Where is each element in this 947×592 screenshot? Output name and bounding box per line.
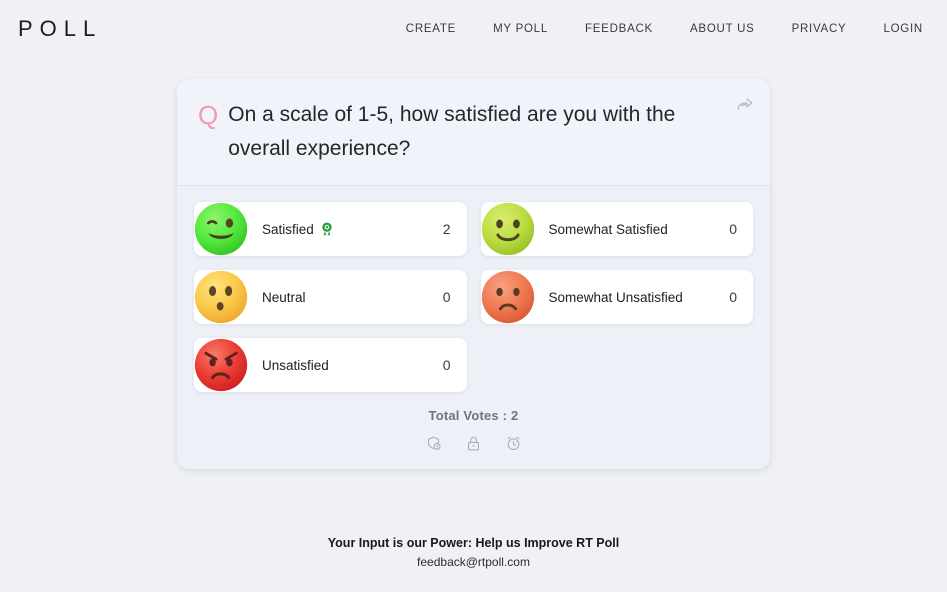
nav-item-feedback[interactable]: FEEDBACK <box>585 23 653 35</box>
poll-option-count: 0 <box>442 289 451 305</box>
poll-options-grid: Satisfied 2 Somewhat Satisfied 0 Neutral… <box>177 186 770 396</box>
winking-green-face-icon <box>194 202 248 256</box>
main-nav: CREATE MY POLL FEEDBACK ABOUT US PRIVACY… <box>406 23 925 35</box>
poll-card: Q On a scale of 1-5, how satisfied are y… <box>177 79 770 469</box>
nav-item-about-us[interactable]: ABOUT US <box>690 23 755 35</box>
poll-option-count: 2 <box>442 221 451 237</box>
poll-option-label: Unsatisfied <box>262 358 443 373</box>
poll-option-count: 0 <box>442 357 451 373</box>
share-arrow-icon[interactable] <box>734 93 756 115</box>
angry-red-face-icon <box>194 338 248 392</box>
page-footer: Your Input is our Power: Help us Improve… <box>0 536 947 569</box>
poll-meta-icons <box>177 433 770 453</box>
poll-option-label: Somewhat Satisfied <box>549 222 730 237</box>
poll-card-footer: Total Votes : 2 <box>177 396 770 469</box>
poll-option-label: Neutral <box>262 290 443 305</box>
option-label-text: Somewhat Unsatisfied <box>548 289 683 305</box>
option-label-text: Somewhat Satisfied <box>548 221 668 237</box>
surprised-yellow-face-icon <box>194 270 248 324</box>
footer-title: Your Input is our Power: Help us Improve… <box>327 536 620 550</box>
hidden-results-clock-icon[interactable] <box>424 433 444 453</box>
option-label-text: Neutral <box>262 289 306 305</box>
total-votes-label: Total Votes : 2 <box>428 408 519 423</box>
nav-item-create[interactable]: CREATE <box>406 23 456 35</box>
lock-icon[interactable] <box>464 433 484 453</box>
question-row: Q On a scale of 1-5, how satisfied are y… <box>198 98 724 166</box>
poll-option-neutral[interactable]: Neutral 0 <box>194 270 467 324</box>
question-marker: Q <box>198 100 219 130</box>
question-text: On a scale of 1-5, how satisfied are you… <box>228 103 676 160</box>
nav-item-login[interactable]: LOGIN <box>883 23 923 35</box>
option-label-text: Satisfied <box>262 221 314 237</box>
smiling-yellow-green-face-icon <box>481 202 534 256</box>
poll-option-label: Satisfied <box>262 222 443 237</box>
site-logo[interactable]: POLL <box>12 18 102 40</box>
top-navigation-bar: POLL CREATE MY POLL FEEDBACK ABOUT US PR… <box>0 0 947 58</box>
poll-question-header: Q On a scale of 1-5, how satisfied are y… <box>177 79 770 186</box>
nav-item-privacy[interactable]: PRIVACY <box>792 23 847 35</box>
nav-item-my-poll[interactable]: MY POLL <box>493 23 548 35</box>
poll-option-somewhat-unsatisfied[interactable]: Somewhat Unsatisfied 0 <box>480 270 753 324</box>
option-label-text: Unsatisfied <box>262 357 329 373</box>
frowning-orange-face-icon <box>481 270 534 324</box>
poll-card-container: Q On a scale of 1-5, how satisfied are y… <box>0 79 947 469</box>
footer-email[interactable]: feedback@rtpoll.com <box>0 555 947 569</box>
poll-option-satisfied[interactable]: Satisfied 2 <box>194 202 467 256</box>
poll-option-somewhat-satisfied[interactable]: Somewhat Satisfied 0 <box>480 202 753 256</box>
award-rosette-icon <box>320 222 334 237</box>
poll-option-count: 0 <box>729 221 737 237</box>
alarm-clock-icon[interactable] <box>504 433 524 453</box>
poll-option-unsatisfied[interactable]: Unsatisfied 0 <box>194 338 467 392</box>
poll-option-count: 0 <box>729 289 737 305</box>
poll-option-label: Somewhat Unsatisfied <box>549 290 730 305</box>
